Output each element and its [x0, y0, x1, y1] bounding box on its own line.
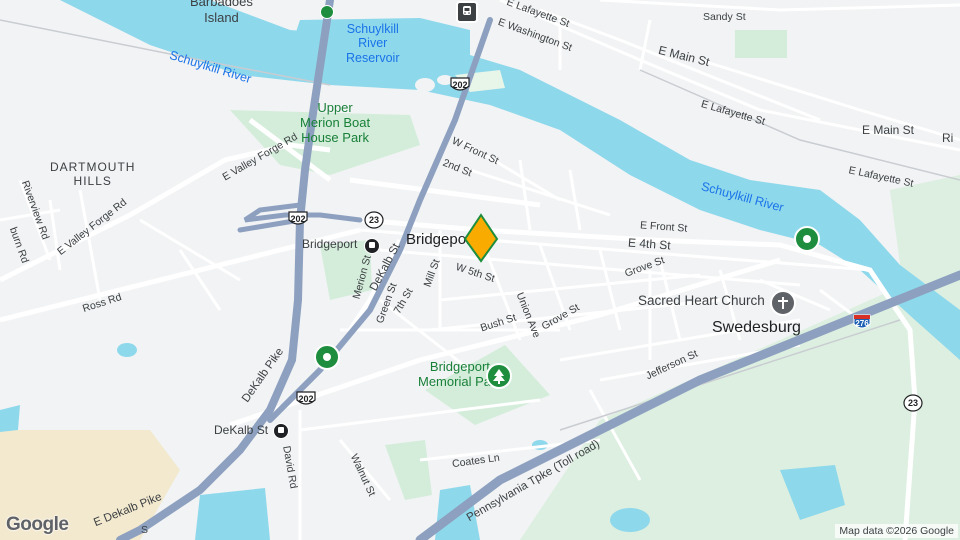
pa-route-23-shield: 23: [364, 211, 384, 229]
street-label: E 4th St: [627, 235, 672, 253]
park-poi-icon[interactable]: [794, 226, 820, 252]
boathouse-park-label[interactable]: Upper Merion Boat House Park: [300, 100, 370, 146]
location-pin-icon[interactable]: [463, 213, 499, 263]
bridgeport-station-label[interactable]: Bridgeport: [302, 238, 357, 250]
interstate-276-shield: 276: [852, 314, 872, 332]
street-label: Ri: [942, 131, 954, 145]
us-route-202-shield: 202: [296, 391, 316, 405]
church-icon[interactable]: [770, 290, 796, 316]
street-label: E Main St: [862, 123, 915, 137]
map-attribution[interactable]: Map data ©2026 Google: [835, 524, 958, 538]
sacred-heart-church-label[interactable]: Sacred Heart Church: [638, 294, 765, 308]
map-canvas[interactable]: Barbadoes Island Schuylkill River Reserv…: [0, 0, 960, 540]
train-station-icon[interactable]: [273, 423, 289, 439]
google-logo[interactable]: Google: [6, 514, 69, 536]
swedesburg-label[interactable]: Swedesburg: [712, 320, 801, 336]
park-tree-icon[interactable]: [486, 363, 512, 389]
street-label: Sandy St: [703, 11, 746, 23]
pa-route-23-shield: 23: [903, 394, 923, 412]
street-label: S: [141, 524, 149, 536]
dekalb-st-station-label[interactable]: DeKalb St: [214, 424, 268, 436]
reservoir-label[interactable]: Schuylkill River Reservoir: [346, 22, 400, 65]
train-station-icon[interactable]: [456, 1, 478, 23]
dartmouth-hills-label: DARTMOUTH HILLS: [50, 160, 136, 189]
park-poi-icon[interactable]: [320, 5, 334, 19]
barbadoes-island-label: Barbadoes Island: [190, 0, 253, 25]
train-station-icon[interactable]: [364, 238, 380, 254]
park-poi-icon[interactable]: [314, 344, 340, 370]
us-route-202-shield: 202: [288, 211, 308, 225]
us-route-202-shield: 202: [450, 77, 470, 91]
